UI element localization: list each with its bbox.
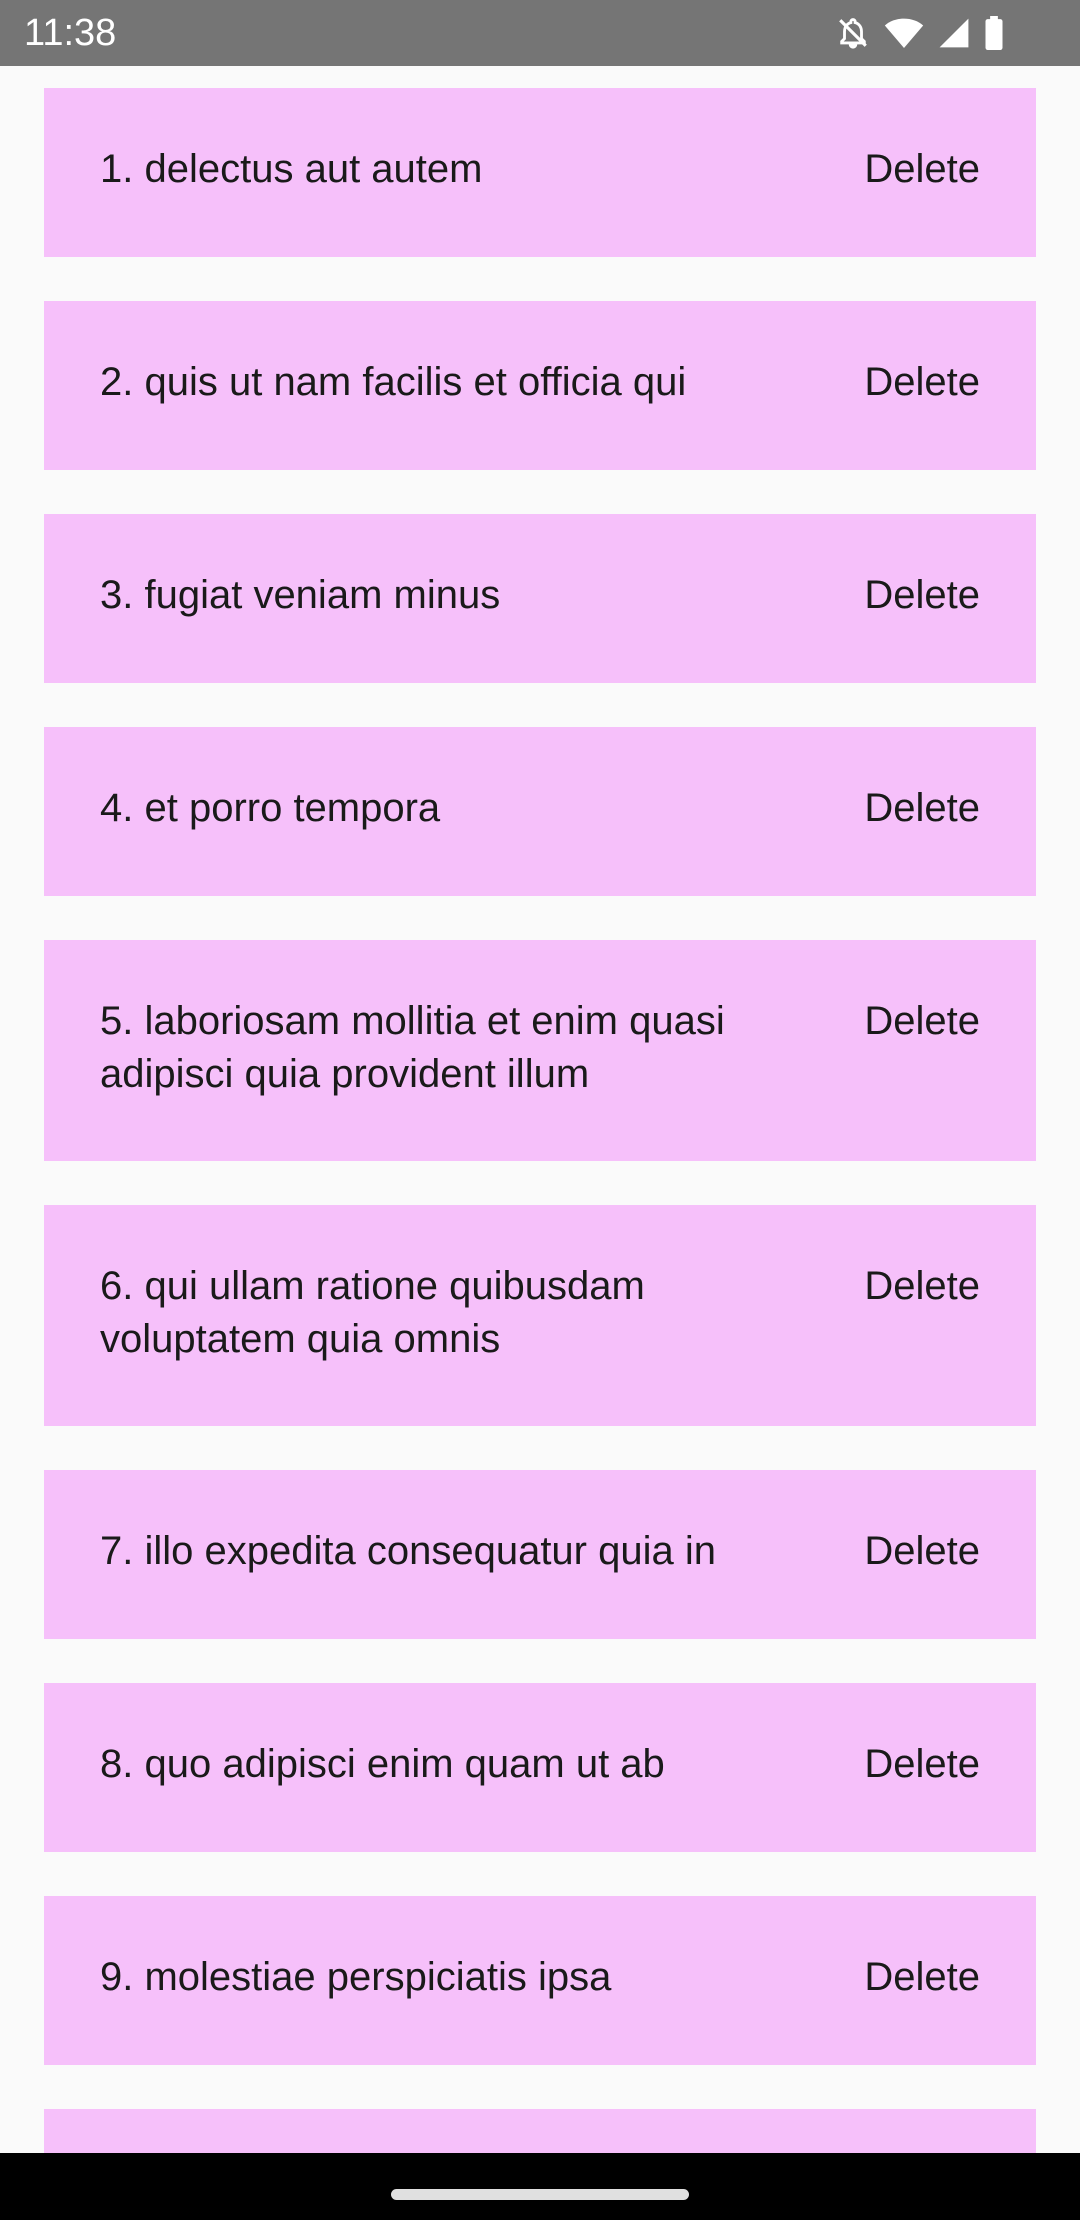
- list-item[interactable]: 2. quis ut nam facilis et officia qui De…: [44, 301, 1036, 470]
- delete-button[interactable]: Delete: [864, 1738, 980, 1791]
- delete-button[interactable]: Delete: [864, 569, 980, 622]
- todo-label: 2. quis ut nam facilis et officia qui: [100, 360, 687, 404]
- todo-label: 8. quo adipisci enim quam ut ab: [100, 1742, 665, 1786]
- delete-button[interactable]: Delete: [864, 1525, 980, 1578]
- list-item[interactable]: 8. quo adipisci enim quam ut ab Delete: [44, 1683, 1036, 1852]
- wifi-icon: [884, 16, 924, 50]
- list-item[interactable]: 4. et porro tempora Delete: [44, 727, 1036, 896]
- list-item[interactable]: 3. fugiat veniam minus Delete: [44, 514, 1036, 683]
- status-time: 11:38: [24, 12, 117, 54]
- todo-label: 4. et porro tempora: [100, 786, 441, 830]
- delete-button[interactable]: Delete: [864, 782, 980, 835]
- todo-label: 3. fugiat veniam minus: [100, 573, 501, 617]
- todo-label: 7. illo expedita consequatur quia in: [100, 1529, 716, 1573]
- list-item[interactable]: 9. molestiae perspiciatis ipsa Delete: [44, 1896, 1036, 2065]
- navigation-bar: [0, 2153, 1080, 2220]
- delete-button[interactable]: Delete: [864, 356, 980, 409]
- home-gesture-handle[interactable]: [391, 2189, 689, 2200]
- bell-off-icon: [836, 16, 870, 50]
- delete-button[interactable]: Delete: [864, 1260, 980, 1313]
- todo-label: 1. delectus aut autem: [100, 147, 483, 191]
- delete-button[interactable]: Delete: [864, 995, 980, 1048]
- list-item[interactable]: 1. delectus aut autem Delete: [44, 88, 1036, 257]
- todo-list-viewport[interactable]: 1. delectus aut autem Delete 2. quis ut …: [0, 66, 1080, 2153]
- delete-button[interactable]: Delete: [864, 1951, 980, 2004]
- list-item[interactable]: 6. qui ullam ratione quibusdam voluptate…: [44, 1205, 1036, 1426]
- status-bar: 11:38: [0, 0, 1080, 66]
- signal-icon: [938, 16, 970, 50]
- delete-button[interactable]: Delete: [864, 143, 980, 196]
- list-item[interactable]: 7. illo expedita consequatur quia in Del…: [44, 1470, 1036, 1639]
- battery-icon: [984, 16, 1004, 50]
- todo-label: 9. molestiae perspiciatis ipsa: [100, 1955, 612, 1999]
- list-item[interactable]: 5. laboriosam mollitia et enim quasi adi…: [44, 940, 1036, 1161]
- todo-list: 1. delectus aut autem Delete 2. quis ut …: [44, 88, 1036, 2153]
- status-icons: [836, 14, 1004, 52]
- todo-label: 6. qui ullam ratione quibusdam voluptate…: [100, 1264, 645, 1361]
- todo-label: 5. laboriosam mollitia et enim quasi adi…: [100, 999, 725, 1096]
- list-item[interactable]: [44, 2109, 1036, 2153]
